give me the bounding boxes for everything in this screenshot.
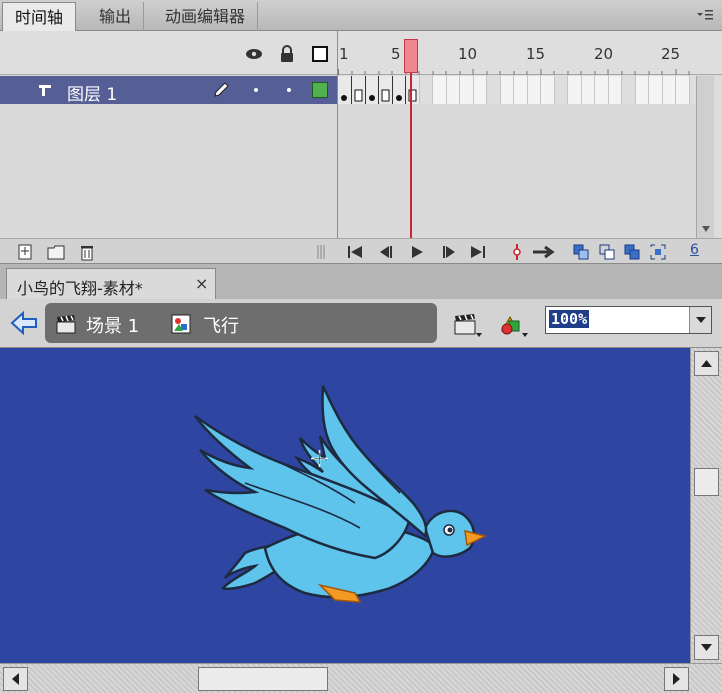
edit-multiple-frames-icon[interactable] xyxy=(623,243,641,261)
stage[interactable] xyxy=(0,348,690,663)
layer-row[interactable]: 图层 1 xyxy=(0,76,337,105)
tab-motion-editor[interactable]: 动画编辑器 xyxy=(153,2,259,31)
horizontal-scroll-thumb[interactable] xyxy=(198,667,328,691)
chevron-down-icon xyxy=(696,317,706,323)
new-layer-icon[interactable] xyxy=(16,243,34,261)
ruler-number: 20 xyxy=(594,45,614,63)
ruler-number: 1 xyxy=(339,45,349,63)
frame-cells[interactable] xyxy=(338,76,696,104)
center-frame-icon[interactable] xyxy=(508,243,526,261)
stage-horizontal-scrollbar[interactable] xyxy=(0,663,722,693)
current-frame-number: 6 xyxy=(690,242,699,258)
outline-icon[interactable] xyxy=(311,45,329,63)
go-to-first-frame-icon[interactable] xyxy=(346,243,364,261)
layer-name[interactable]: 图层 1 xyxy=(67,80,117,105)
close-icon[interactable]: × xyxy=(195,274,208,293)
vertical-scroll-thumb[interactable] xyxy=(694,468,719,496)
back-arrow-icon[interactable] xyxy=(10,310,38,336)
timeline-scroll-down-icon[interactable] xyxy=(697,76,715,238)
new-folder-icon[interactable] xyxy=(47,243,65,261)
arrow-left-icon xyxy=(12,673,19,685)
resize-grip-icon[interactable] xyxy=(316,243,326,261)
tab-output[interactable]: 输出 xyxy=(87,2,145,31)
document-tab-strip: 小鸟的飞翔-素材* × xyxy=(0,263,722,300)
loop-icon[interactable] xyxy=(531,243,557,261)
lock-dot[interactable] xyxy=(287,88,291,92)
panel-tab-strip: 时间轴 输出 动画编辑器 xyxy=(0,0,722,32)
step-back-icon[interactable] xyxy=(377,243,395,261)
play-icon[interactable] xyxy=(408,243,426,261)
edit-scene-icon[interactable] xyxy=(452,309,482,339)
timeline-vertical-scrollbar[interactable] xyxy=(696,76,714,238)
onion-skin-icon[interactable] xyxy=(572,243,590,261)
lock-icon[interactable] xyxy=(278,45,296,63)
ruler-number: 25 xyxy=(661,45,681,63)
arrow-right-icon xyxy=(673,673,680,685)
breadcrumb-scene[interactable]: 场景 1 xyxy=(86,312,139,338)
zoom-select[interactable]: 100% xyxy=(545,306,712,334)
delete-layer-icon[interactable] xyxy=(78,243,96,261)
bird-graphic[interactable] xyxy=(185,378,495,608)
scroll-right-button[interactable] xyxy=(664,667,689,691)
document-tab[interactable]: 小鸟的飞翔-素材* × xyxy=(6,268,216,300)
edit-symbols-icon[interactable] xyxy=(498,309,528,339)
timeline-footer: 6 xyxy=(0,238,722,263)
outline-color-swatch[interactable] xyxy=(312,82,328,98)
visibility-dot[interactable] xyxy=(254,88,258,92)
arrow-up-icon xyxy=(701,360,712,367)
breadcrumb-symbol[interactable]: 飞行 xyxy=(203,312,239,338)
zoom-value[interactable]: 100% xyxy=(549,310,590,328)
ruler-number: 10 xyxy=(458,45,478,63)
go-to-last-frame-icon[interactable] xyxy=(469,243,487,261)
arrow-down-icon xyxy=(701,644,712,651)
pencil-icon xyxy=(214,82,229,97)
ruler-number: 5 xyxy=(391,45,401,63)
panel-menu-icon[interactable] xyxy=(696,8,714,22)
flash-workspace: 时间轴 输出 动画编辑器 1 5 10 15 20 25 图层 1 6 小鸟的飞… xyxy=(0,0,722,693)
modify-markers-icon[interactable] xyxy=(649,243,667,261)
layer-icon xyxy=(39,85,51,96)
scroll-left-button[interactable] xyxy=(3,667,28,691)
frame-track[interactable] xyxy=(338,76,696,104)
scene-clapper-icon xyxy=(56,315,76,334)
scroll-up-button[interactable] xyxy=(694,351,719,376)
layer-list-empty xyxy=(0,104,337,238)
eye-icon[interactable] xyxy=(245,45,263,63)
timeline-divider[interactable] xyxy=(337,31,338,263)
tab-timeline[interactable]: 时间轴 xyxy=(2,2,77,32)
stage-vertical-scrollbar[interactable] xyxy=(690,348,722,663)
step-forward-icon[interactable] xyxy=(440,243,458,261)
timeline-header: 1 5 10 15 20 25 xyxy=(0,31,722,75)
timeline-panel: 1 5 10 15 20 25 图层 1 6 xyxy=(0,31,722,263)
playhead[interactable] xyxy=(404,39,418,73)
scroll-down-button[interactable] xyxy=(694,635,719,660)
edit-bar: 场景 1 飞行 100% xyxy=(0,299,722,348)
playhead-line xyxy=(410,73,412,238)
frame-area-empty xyxy=(338,104,696,238)
graphic-symbol-icon xyxy=(171,314,191,334)
ruler-number: 15 xyxy=(526,45,546,63)
document-title: 小鸟的飞翔-素材* xyxy=(17,279,143,298)
crosshair-cursor-icon xyxy=(311,450,328,467)
breadcrumb: 场景 1 飞行 xyxy=(45,303,437,343)
onion-skin-outline-icon[interactable] xyxy=(598,243,616,261)
frame-ruler[interactable] xyxy=(338,67,696,75)
zoom-dropdown-button[interactable] xyxy=(689,307,711,333)
